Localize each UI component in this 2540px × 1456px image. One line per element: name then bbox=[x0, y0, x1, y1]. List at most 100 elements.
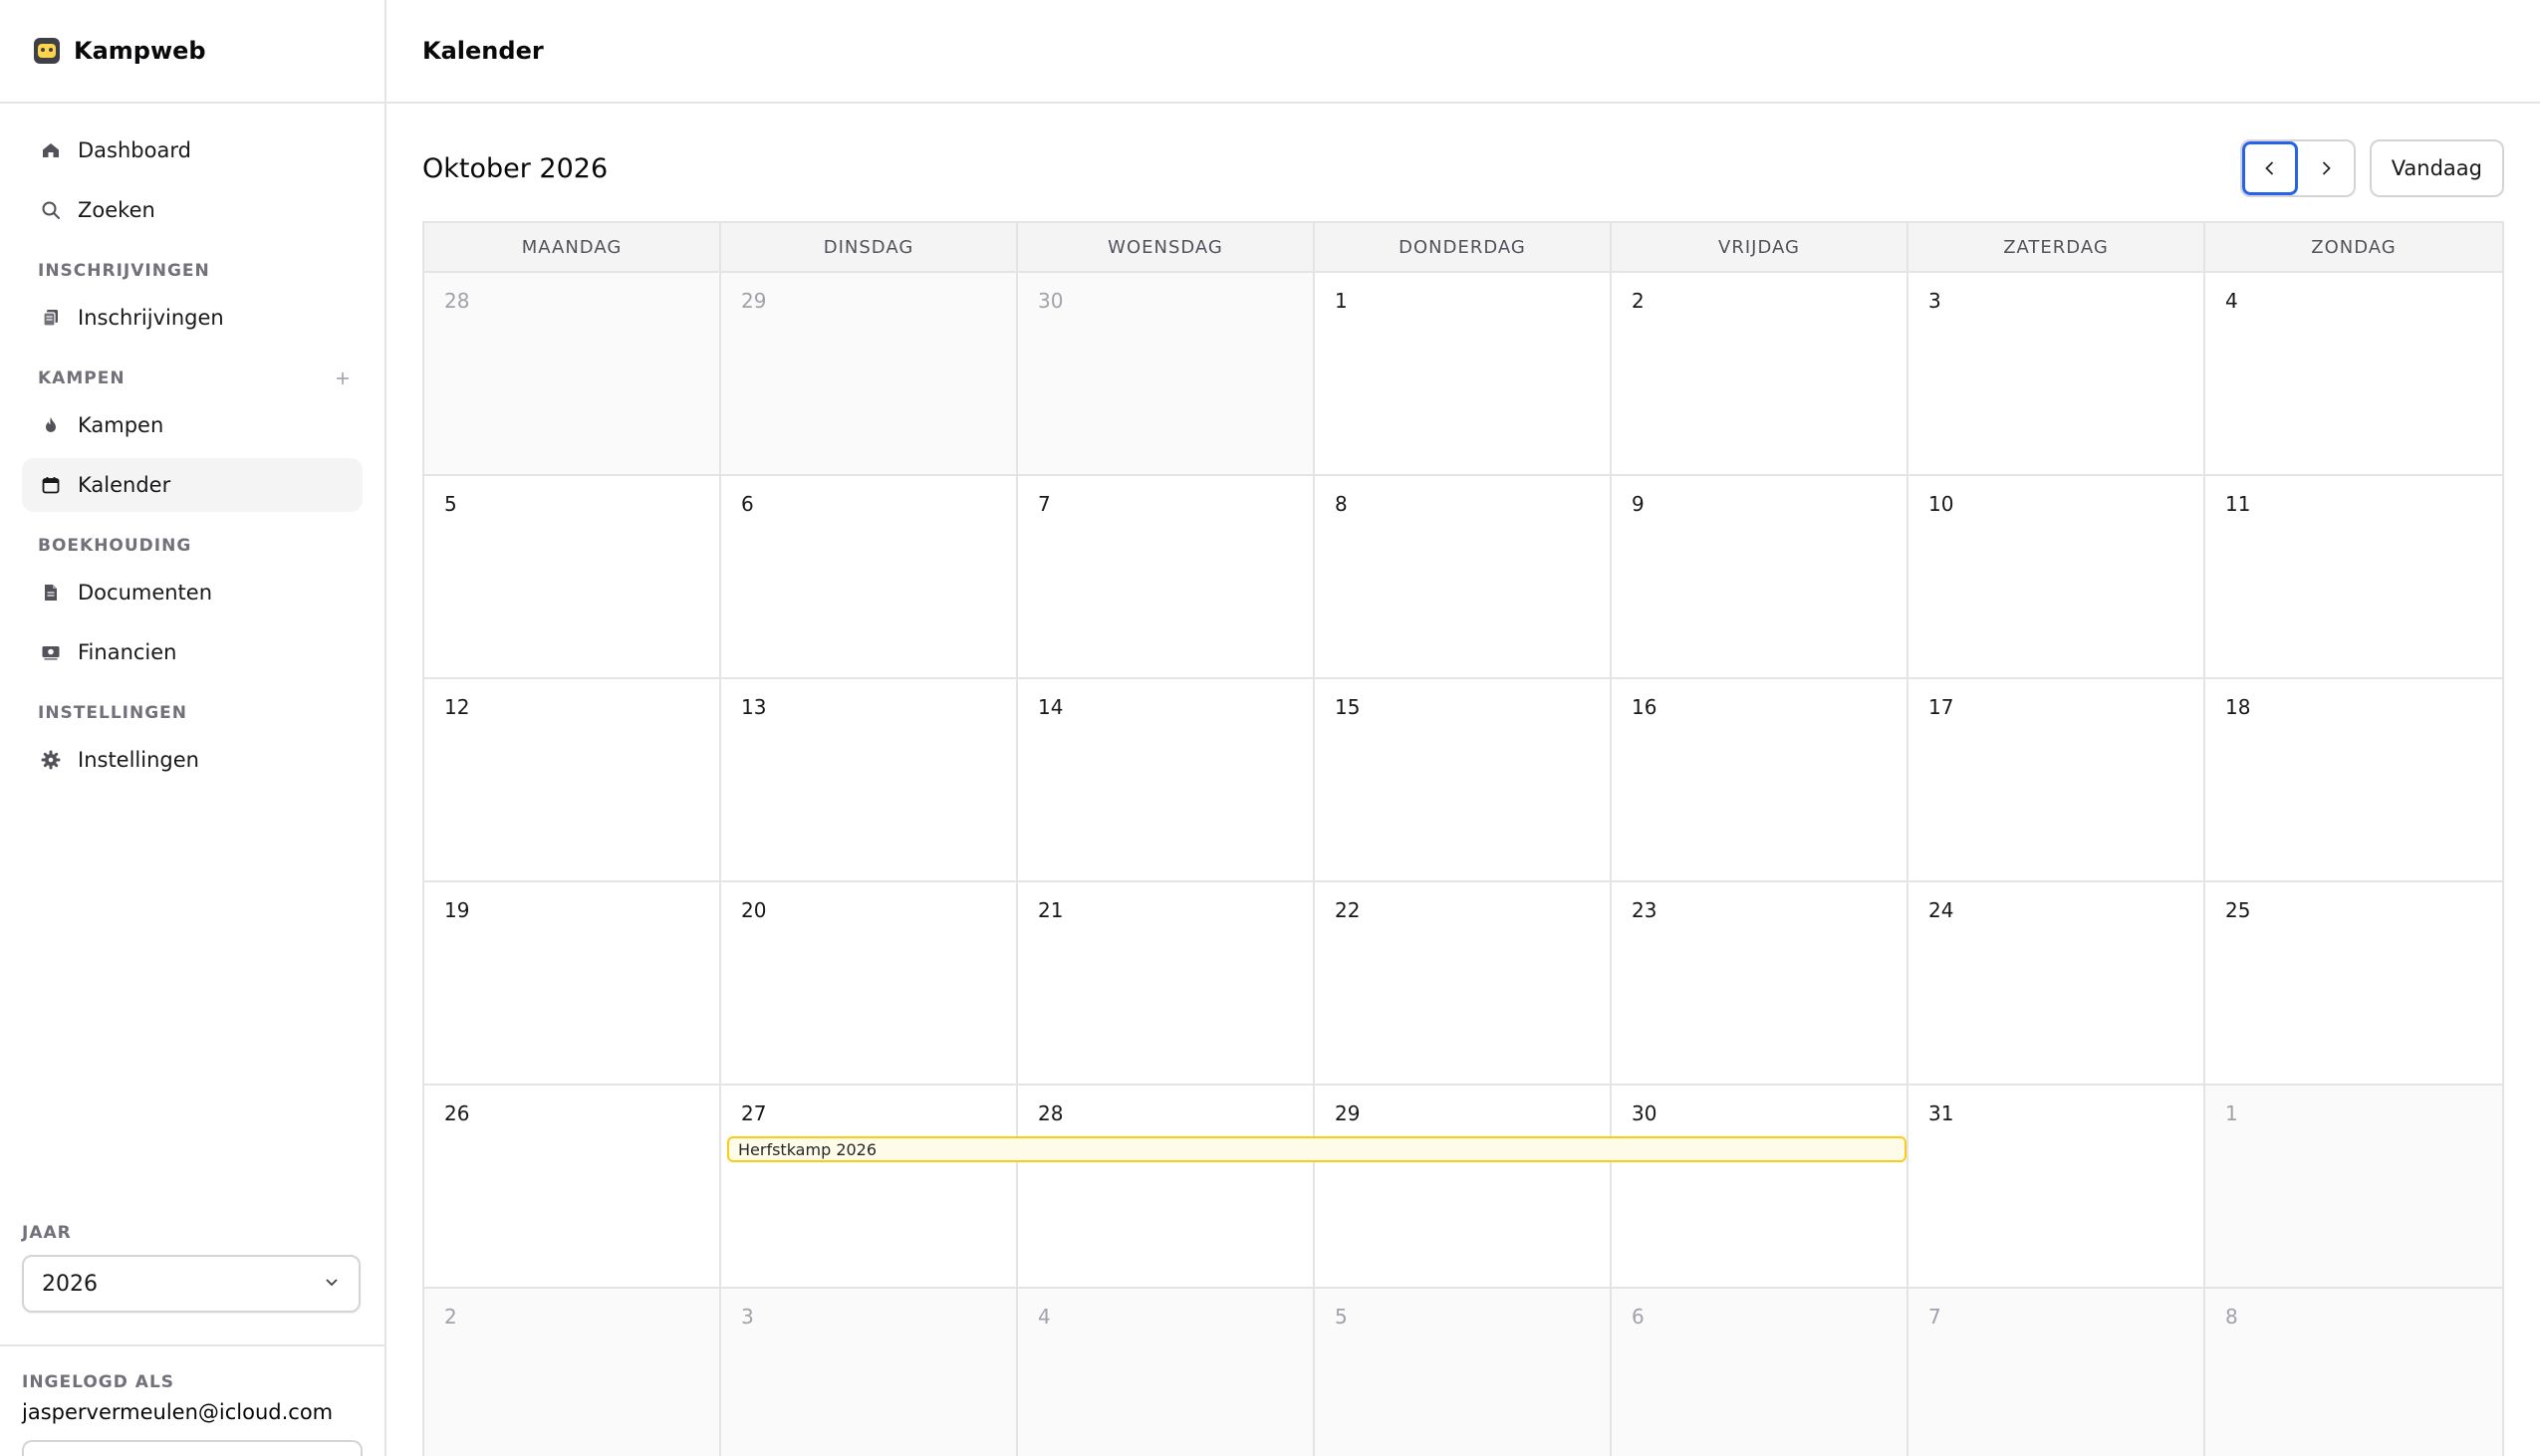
calendar-header: Oktober 2026 Vandaag bbox=[422, 139, 2504, 197]
section-label: INSCHRIJVINGEN bbox=[38, 261, 210, 281]
year-label: JAAR bbox=[22, 1223, 72, 1243]
sidebar-item-documenten[interactable]: Documenten bbox=[22, 566, 363, 619]
day-number: 15 bbox=[1335, 695, 1361, 719]
day-number: 30 bbox=[1038, 289, 1064, 313]
sidebar-item-kalender[interactable]: Kalender bbox=[22, 458, 363, 512]
calendar-day-cell[interactable]: 31 bbox=[1908, 1086, 2205, 1289]
day-number: 11 bbox=[2225, 492, 2251, 516]
calendar-icon bbox=[40, 474, 62, 496]
calendar-day-cell[interactable]: 2 bbox=[424, 1289, 721, 1456]
calendar-day-cell[interactable]: 2 bbox=[1612, 273, 1908, 476]
calendar-day-cell[interactable]: 8 bbox=[1315, 476, 1612, 679]
sidebar-item-dashboard[interactable]: Dashboard bbox=[22, 123, 363, 177]
calendar-day-cell[interactable]: 5 bbox=[424, 476, 721, 679]
day-number: 24 bbox=[1928, 898, 1954, 922]
search-icon bbox=[40, 199, 62, 221]
sidebar-item-inschrijvingen[interactable]: Inschrijvingen bbox=[22, 291, 363, 345]
calendar-event[interactable]: Herfstkamp 2026 bbox=[727, 1136, 1906, 1162]
calendar-day-cell[interactable]: 30 bbox=[1018, 273, 1315, 476]
previous-month-button[interactable] bbox=[2241, 141, 2298, 195]
sidebar-item-instellingen[interactable]: Instellingen bbox=[22, 733, 363, 787]
section-instellingen: INSTELLINGEN bbox=[22, 693, 363, 733]
calendar-day-cell[interactable]: 21 bbox=[1018, 882, 1315, 1086]
calendar-day-cell[interactable]: 1 bbox=[1315, 273, 1612, 476]
gear-icon bbox=[40, 749, 62, 771]
calendar-day-cell[interactable]: 11 bbox=[2205, 476, 2502, 679]
calendar-day-cell[interactable]: 9 bbox=[1612, 476, 1908, 679]
calendar-day-cell[interactable]: 6 bbox=[721, 476, 1018, 679]
documents-icon bbox=[40, 307, 62, 329]
calendar-grid: MAANDAG DINSDAG WOENSDAG DONDERDAG VRIJDAG ZA… bbox=[422, 221, 2504, 1456]
calendar-day-cell[interactable]: 22 bbox=[1315, 882, 1612, 1086]
calendar-day-cell[interactable]: 16 bbox=[1612, 679, 1908, 882]
add-kamp-button[interactable] bbox=[329, 364, 357, 392]
calendar-day-cell[interactable]: 3 bbox=[1908, 273, 2205, 476]
page-title: Kalender bbox=[422, 37, 544, 65]
calendar-day-cell[interactable]: 28 bbox=[424, 273, 721, 476]
day-number: 30 bbox=[1632, 1101, 1657, 1125]
calendar-day-cell[interactable]: 7 bbox=[1018, 476, 1315, 679]
chevron-down-icon bbox=[323, 1272, 341, 1297]
calendar-day-cell[interactable]: 6 bbox=[1612, 1289, 1908, 1456]
calendar-day-cell[interactable]: 5 bbox=[1315, 1289, 1612, 1456]
day-number: 7 bbox=[1038, 492, 1051, 516]
calendar-day-cell[interactable]: 19 bbox=[424, 882, 721, 1086]
calendar-day-cell[interactable]: 29 bbox=[1315, 1086, 1612, 1289]
day-number: 23 bbox=[1632, 898, 1657, 922]
today-button[interactable]: Vandaag bbox=[2369, 139, 2504, 197]
sidebar-item-financien[interactable]: Financien bbox=[22, 625, 363, 679]
app-name: Kampweb bbox=[74, 37, 206, 65]
weekday-label: ZONDAG bbox=[2311, 236, 2397, 258]
calendar-day-cell[interactable]: 28 bbox=[1018, 1086, 1315, 1289]
day-number: 7 bbox=[1928, 1305, 1941, 1329]
calendar-day-cell[interactable]: 26 bbox=[424, 1086, 721, 1289]
calendar-day-cell[interactable]: 17 bbox=[1908, 679, 2205, 882]
calendar-day-cell[interactable]: 4 bbox=[1018, 1289, 1315, 1456]
day-number: 5 bbox=[1335, 1305, 1348, 1329]
month-title: Oktober 2026 bbox=[422, 152, 609, 184]
weekday-header: MAANDAG DINSDAG WOENSDAG DONDERDAG VRIJDAG ZA… bbox=[424, 223, 2502, 273]
calendar-day-cell[interactable]: 20 bbox=[721, 882, 1018, 1086]
sidebar-nav: Dashboard Zoeken INSCHRIJVINGEN Inschrij… bbox=[0, 104, 384, 787]
calendar-day-cell[interactable]: 12 bbox=[424, 679, 721, 882]
calendar-days: 28 29 30 1 2 3 4 5 6 7 8 9 10 11 12 13 14 15 16 17 18 19 20 21 2… bbox=[424, 273, 2502, 1456]
sidebar-item-kampen[interactable]: Kampen bbox=[22, 398, 363, 452]
day-number: 19 bbox=[444, 898, 470, 922]
calendar-day-cell[interactable]: 10 bbox=[1908, 476, 2205, 679]
day-number: 6 bbox=[1632, 1305, 1645, 1329]
calendar-day-cell[interactable]: 30 bbox=[1612, 1086, 1908, 1289]
user-email: jaspervermeulen@icloud.com bbox=[22, 1400, 334, 1424]
calendar-day-cell[interactable]: 15 bbox=[1315, 679, 1612, 882]
sidebar-item-label: Kampen bbox=[78, 413, 164, 437]
calendar-day-cell[interactable]: 25 bbox=[2205, 882, 2502, 1086]
calendar-day-cell[interactable]: 13 bbox=[721, 679, 1018, 882]
calendar-day-cell[interactable]: 7 bbox=[1908, 1289, 2205, 1456]
calendar-day-cell[interactable]: 8 bbox=[2205, 1289, 2502, 1456]
month-nav bbox=[2239, 139, 2356, 197]
sidebar-item-zoeken[interactable]: Zoeken bbox=[22, 183, 363, 237]
calendar-day-cell[interactable]: 23 bbox=[1612, 882, 1908, 1086]
brand[interactable]: Kampweb bbox=[0, 0, 384, 104]
day-number: 29 bbox=[1335, 1101, 1361, 1125]
weekday-label: DONDERDAG bbox=[1315, 223, 1612, 271]
calendar-day-cell[interactable]: 27 bbox=[721, 1086, 1018, 1289]
calendar-day-cell[interactable]: 3 bbox=[721, 1289, 1018, 1456]
day-number: 26 bbox=[444, 1101, 470, 1125]
calendar-day-cell[interactable]: 14 bbox=[1018, 679, 1315, 882]
chevron-right-icon bbox=[2322, 161, 2331, 175]
calendar-day-cell[interactable]: 18 bbox=[2205, 679, 2502, 882]
year-picker: JAAR 2026 bbox=[22, 1223, 361, 1313]
year-select[interactable]: 2026 bbox=[22, 1255, 361, 1313]
day-number: 28 bbox=[1038, 1101, 1064, 1125]
main-content: Kalender Oktober 2026 Vandaag MAANDAG DIN… bbox=[386, 0, 2540, 1456]
day-number: 9 bbox=[1632, 492, 1645, 516]
sidebar-item-label: Kalender bbox=[78, 473, 171, 497]
user-action-button[interactable] bbox=[22, 1440, 363, 1456]
calendar-day-cell[interactable]: 4 bbox=[2205, 273, 2502, 476]
calendar-day-cell[interactable]: 29 bbox=[721, 273, 1018, 476]
day-number: 25 bbox=[2225, 898, 2251, 922]
sidebar-item-label: Zoeken bbox=[78, 198, 155, 222]
next-month-button[interactable] bbox=[2298, 141, 2354, 195]
calendar-day-cell[interactable]: 1 bbox=[2205, 1086, 2502, 1289]
calendar-day-cell[interactable]: 24 bbox=[1908, 882, 2205, 1086]
